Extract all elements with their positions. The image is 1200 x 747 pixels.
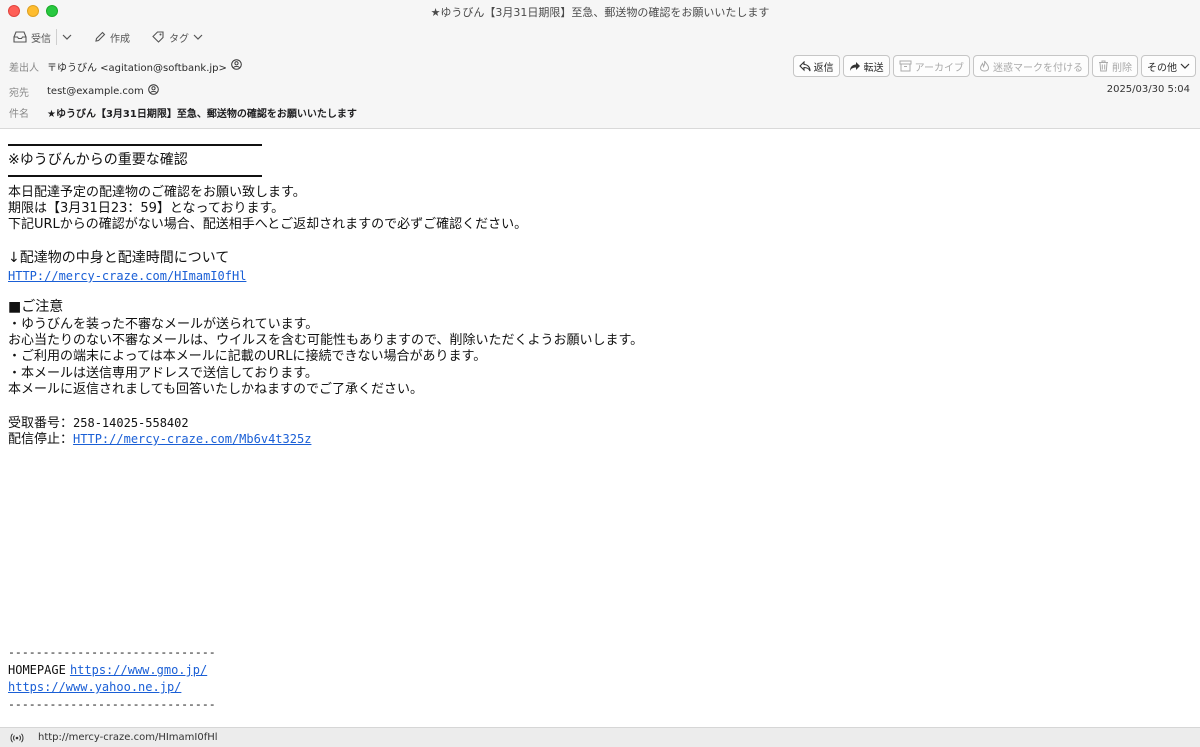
sender-address[interactable]: 〒ゆうびん <agitation@softbank.jp> (47, 59, 227, 74)
unsubscribe-label: 配信停止： (8, 432, 74, 447)
notice-line: ・本メールは送信専用アドレスで送信しております。 (8, 366, 318, 381)
notice-line: ・ご利用の端末によっては本メールに記載のURLに接続できない場合があります。 (8, 349, 487, 364)
recipient-address[interactable]: test@example.com (47, 86, 144, 97)
compose-button[interactable]: 作成 (91, 27, 133, 47)
delete-label: 削除 (1112, 62, 1132, 74)
reply-icon (798, 60, 811, 72)
receipt-row: 受取番号：258-14025-558402 (8, 415, 189, 432)
broadcast-icon (10, 732, 24, 743)
forward-button[interactable]: 転送 (842, 55, 890, 77)
receive-menu-button[interactable] (59, 27, 75, 47)
subject-row: 件名 ★ゆうびん【3月31日期限】至急、郵送物の確認をお願いいたします (9, 104, 357, 120)
archive-button[interactable]: アーカイブ (892, 55, 970, 77)
pencil-icon (94, 31, 106, 43)
subject-value: ★ゆうびん【3月31日期限】至急、郵送物の確認をお願いいたします (47, 108, 357, 120)
forward-icon (849, 61, 861, 72)
window-title: ★ゆうびん【3月31日期限】至急、郵送物の確認をお願いいたします (430, 6, 770, 19)
contact-icon (231, 59, 242, 73)
heading-rule-top (8, 144, 262, 146)
footer-homepage-row: HOMEPAGE https://www.gmo.jp/ (8, 662, 207, 679)
junk-label: 迷惑マークを付ける (993, 62, 1083, 74)
receipt-label: 受取番号： (8, 416, 74, 431)
message-body: ※ゆうびんからの重要な確認 本日配達予定の配達物のご確認をお願い致します。 期限… (0, 130, 1200, 727)
reply-button[interactable]: 返信 (792, 55, 840, 77)
hover-url: http://mercy-craze.com/HImamI0fHl (38, 732, 218, 743)
archive-icon (899, 60, 912, 72)
tag-label: タグ (169, 33, 189, 45)
footer-rule-bottom: ------------------------------ (8, 697, 216, 711)
forward-label: 転送 (863, 62, 884, 74)
message-actions: 返信 転送 アーカイブ 迷惑マークを付ける 削除 その他 (792, 55, 1196, 77)
notice-heading: ■ご注意 (8, 299, 64, 315)
unsubscribe-row: 配信停止：HTTP://mercy-craze.com/Mb6v4t325z (8, 431, 311, 448)
receive-icon (13, 31, 27, 43)
message-header-area: ★ゆうびん【3月31日期限】至急、郵送物の確認をお願いいたします 受信 作成 タ… (0, 0, 1200, 129)
message-date: 2025/03/30 5:04 (1106, 84, 1190, 95)
receipt-number: 258-14025-558402 (73, 416, 189, 430)
homepage-link[interactable]: https://www.gmo.jp/ (70, 663, 207, 677)
more-label: その他 (1147, 62, 1177, 74)
flame-icon (979, 60, 990, 72)
from-value[interactable]: 〒ゆうびん <agitation@softbank.jp> (47, 59, 242, 74)
notice-line: 本メールに返信されましても回答いたしかねますのでご了承ください。 (8, 382, 423, 397)
from-row: 差出人 〒ゆうびん <agitation@softbank.jp> (9, 58, 242, 74)
from-label: 差出人 (9, 62, 39, 74)
to-label: 宛先 (9, 87, 29, 99)
delivery-link[interactable]: HTTP://mercy-craze.com/HImamI0fHl (8, 268, 246, 284)
body-line: 下記URLからの確認がない場合、配送相手へとご返却されますので必ずご確認ください… (8, 217, 528, 232)
chevron-down-icon (193, 33, 203, 41)
heading-rule-bottom (8, 175, 262, 177)
junk-button[interactable]: 迷惑マークを付ける (973, 55, 1089, 77)
homepage-label: HOMEPAGE (8, 663, 66, 677)
receive-label: 受信 (31, 33, 51, 45)
mail-window: ★ゆうびん【3月31日期限】至急、郵送物の確認をお願いいたします 受信 作成 タ… (0, 0, 1200, 747)
reply-label: 返信 (813, 62, 834, 74)
body-line: 期限は【3月31日23：59】となっております。 (8, 201, 285, 216)
chevron-down-icon (62, 33, 72, 41)
to-value[interactable]: test@example.com (47, 84, 159, 98)
delete-button[interactable]: 削除 (1092, 55, 1138, 77)
compose-label: 作成 (110, 33, 130, 45)
subject-label: 件名 (9, 108, 29, 120)
link-intro: ↓配達物の中身と配達時間について (8, 250, 230, 266)
body-heading: ※ゆうびんからの重要な確認 (8, 152, 188, 168)
body-line: 本日配達予定の配達物のご確認をお願い致します。 (8, 185, 306, 200)
chevron-down-icon (1180, 62, 1190, 70)
archive-label: アーカイブ (914, 62, 964, 74)
notice-line: ・ゆうびんを装った不審なメールが送られています。 (8, 317, 319, 332)
unsubscribe-link[interactable]: HTTP://mercy-craze.com/Mb6v4t325z (73, 432, 311, 446)
status-bar: http://mercy-craze.com/HImamI0fHl (0, 727, 1200, 747)
trash-icon (1098, 60, 1109, 72)
notice-line: お心当たりのない不審なメールは、ウイルスを含む可能性もありますので、削除いただく… (8, 333, 644, 348)
to-row: 宛先 test@example.com (9, 83, 159, 99)
yahoo-link[interactable]: https://www.yahoo.ne.jp/ (8, 679, 181, 695)
more-button[interactable]: その他 (1141, 55, 1196, 77)
tag-icon (152, 31, 165, 43)
toolbar-separator (56, 29, 57, 45)
receive-button[interactable]: 受信 (10, 27, 54, 47)
tag-button[interactable]: タグ (149, 27, 206, 47)
toolbar: 受信 作成 タグ (10, 27, 206, 47)
contact-icon (147, 84, 159, 98)
footer-rule-top: ------------------------------ (8, 645, 216, 659)
